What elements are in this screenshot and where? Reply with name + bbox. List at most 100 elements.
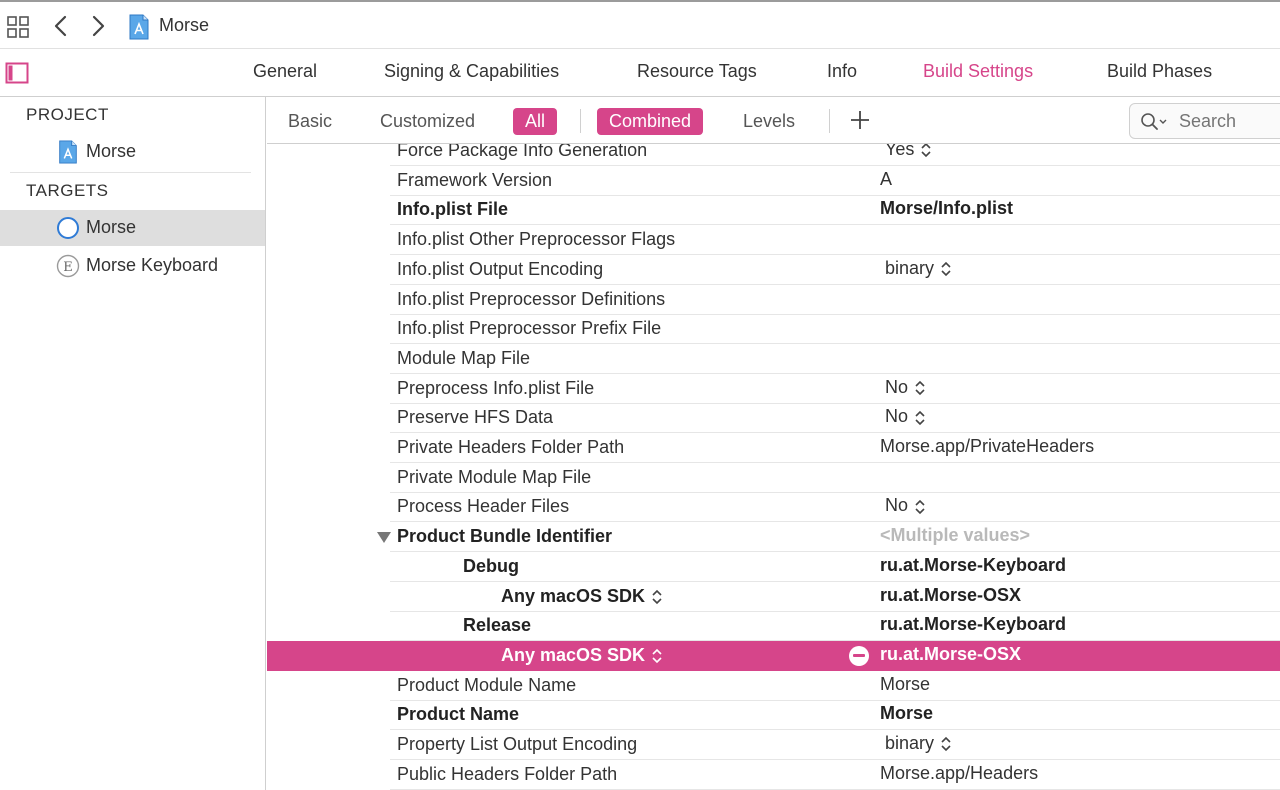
table-row[interactable]: Product Bundle Identifier <Multiple value… <box>267 522 1280 553</box>
table-row[interactable]: Release ru.at.Morse-Keyboard <box>267 611 1280 642</box>
table-row[interactable]: Product Module Name Morse <box>267 671 1280 701</box>
table-row[interactable]: Public Headers Folder Path Morse.app/Head… <box>267 760 1280 790</box>
divider <box>10 172 251 173</box>
setting-value[interactable]: No <box>885 406 926 427</box>
setting-value[interactable]: <Multiple values> <box>880 525 1030 546</box>
up-down-chevron-icon[interactable] <box>940 261 952 277</box>
chevron-right-icon[interactable] <box>89 14 107 38</box>
table-row[interactable]: Info.plist Other Preprocessor Flags <box>267 225 1280 256</box>
filter-customized-button[interactable]: Customized <box>368 108 487 135</box>
editor-tab-bar: General Signing & Capabilities Resource … <box>0 49 1280 97</box>
table-row[interactable]: Framework Version A <box>267 166 1280 196</box>
filter-combined-button[interactable]: Combined <box>597 108 704 135</box>
filter-levels-button[interactable]: Levels <box>731 108 807 135</box>
setting-value[interactable]: ru.at.Morse-OSX <box>880 585 1021 606</box>
setting-name: Info.plist Output Encoding <box>397 258 604 279</box>
table-row[interactable]: Info.plist Preprocessor Definitions <box>267 285 1280 315</box>
project-section-header: PROJECT <box>26 105 109 124</box>
setting-value[interactable]: Morse.app/Headers <box>880 763 1038 784</box>
setting-name: Private Headers Folder Path <box>397 437 625 457</box>
setting-value[interactable]: Morse <box>880 674 930 695</box>
up-down-chevron-icon[interactable] <box>920 144 932 158</box>
setting-name: Private Module Map File <box>397 466 592 487</box>
sidebar-item-label: Morse <box>86 217 137 237</box>
setting-name: Info.plist File <box>397 199 508 220</box>
table-row[interactable]: Debug ru.at.Morse-Keyboard <box>267 552 1280 582</box>
sidebar-toggle-icon[interactable] <box>5 62 29 84</box>
setting-value[interactable]: ru.at.Morse-Keyboard <box>880 555 1066 576</box>
search-field[interactable] <box>1129 103 1280 139</box>
xcode-project-icon <box>59 140 77 164</box>
setting-name: Product Bundle Identifier <box>397 526 613 547</box>
setting-value[interactable]: Morse.app/PrivateHeaders <box>880 436 1094 457</box>
tab-build-phases[interactable]: Build Phases <box>1107 61 1212 82</box>
remove-condition-icon[interactable] <box>849 645 869 666</box>
setting-value[interactable]: Yes <box>885 144 932 160</box>
sidebar-item-label: Morse Keyboard <box>86 255 219 275</box>
sidebar-item-project[interactable]: Morse <box>0 134 265 170</box>
setting-name: Release <box>463 615 532 636</box>
tab-build-settings[interactable]: Build Settings <box>923 61 1033 82</box>
up-down-chevron-icon[interactable] <box>914 499 926 515</box>
setting-value[interactable]: binary <box>885 258 952 279</box>
setting-name: Any macOS SDK <box>501 586 663 607</box>
setting-value[interactable]: Morse/Info.plist <box>880 198 1013 219</box>
table-row[interactable]: Module Map File <box>267 344 1280 374</box>
setting-name: Product Module Name <box>397 674 577 695</box>
table-row[interactable]: Force Package Info Generation Yes <box>267 144 1280 166</box>
table-row[interactable]: Private Headers Folder Path Morse.app/Pri… <box>267 433 1280 463</box>
tab-signing-capabilities[interactable]: Signing & Capabilities <box>384 61 559 82</box>
setting-name: Framework Version <box>397 169 553 190</box>
grid-icon[interactable] <box>7 16 29 38</box>
project-navigator: PROJECT Morse TARGETS Morse E Morse Keyb… <box>0 97 266 790</box>
toolbar: Morse <box>0 0 1280 49</box>
up-down-chevron-icon[interactable] <box>651 648 663 664</box>
table-row[interactable]: Preserve HFS Data No <box>267 403 1280 434</box>
table-row[interactable]: Property List Output Encoding binary <box>267 730 1280 760</box>
table-row[interactable]: Private Module Map File <box>267 463 1280 493</box>
divider <box>580 109 581 133</box>
setting-name: Preprocess Info.plist File <box>397 377 595 398</box>
breadcrumb[interactable]: Morse <box>159 15 209 36</box>
table-row[interactable]: Any macOS SDK ru.at.Morse-OSX <box>267 582 1280 612</box>
table-row[interactable]: Info.plist Preprocessor Prefix File <box>267 314 1280 345</box>
xcode-project-icon <box>129 14 149 40</box>
disclosure-triangle-icon[interactable] <box>377 532 391 544</box>
table-row[interactable]: Process Header Files No <box>267 492 1280 523</box>
setting-value[interactable]: ru.at.Morse-OSX <box>880 644 1021 665</box>
table-row[interactable]: Product Name Morse <box>267 700 1280 731</box>
table-row[interactable]: Info.plist Output Encoding binary <box>267 255 1280 285</box>
setting-value[interactable]: No <box>885 495 926 516</box>
setting-name: Info.plist Preprocessor Definitions <box>397 288 666 309</box>
divider <box>829 109 830 133</box>
setting-name: Module Map File <box>397 347 531 368</box>
table-row[interactable]: Info.plist File Morse/Info.plist <box>267 195 1280 226</box>
sidebar-item-target-morse[interactable]: Morse <box>0 210 265 246</box>
setting-value[interactable]: A <box>880 169 892 190</box>
setting-value[interactable]: binary <box>885 733 952 754</box>
app-target-icon <box>57 217 79 239</box>
build-settings-filter-bar: Basic Customized All Combined Levels <box>267 97 1280 144</box>
setting-name: Product Name <box>397 704 520 725</box>
add-setting-icon[interactable] <box>849 109 871 131</box>
setting-value[interactable]: Morse <box>880 703 933 724</box>
setting-name: Force Package Info Generation <box>397 144 648 160</box>
up-down-chevron-icon[interactable] <box>651 589 663 605</box>
tab-resource-tags[interactable]: Resource Tags <box>637 61 757 82</box>
search-icon <box>1141 113 1167 130</box>
up-down-chevron-icon[interactable] <box>940 736 952 752</box>
tab-info[interactable]: Info <box>827 61 857 82</box>
filter-basic-button[interactable]: Basic <box>276 108 344 135</box>
up-down-chevron-icon[interactable] <box>914 380 926 396</box>
setting-value[interactable]: ru.at.Morse-Keyboard <box>880 614 1066 635</box>
table-row[interactable]: Any macOS SDK ru.at.Morse-OSX <box>267 640 1280 671</box>
setting-value[interactable]: No <box>885 377 926 398</box>
up-down-chevron-icon[interactable] <box>914 410 926 426</box>
tab-general[interactable]: General <box>253 61 317 82</box>
chevron-left-icon[interactable] <box>52 14 70 38</box>
sidebar-item-target-morse-keyboard[interactable]: E Morse Keyboard <box>0 248 265 284</box>
table-row[interactable]: Preprocess Info.plist File No <box>267 374 1280 404</box>
setting-name: Debug <box>463 555 519 576</box>
filter-all-button[interactable]: All <box>513 108 558 135</box>
search-input[interactable] <box>1179 111 1279 132</box>
